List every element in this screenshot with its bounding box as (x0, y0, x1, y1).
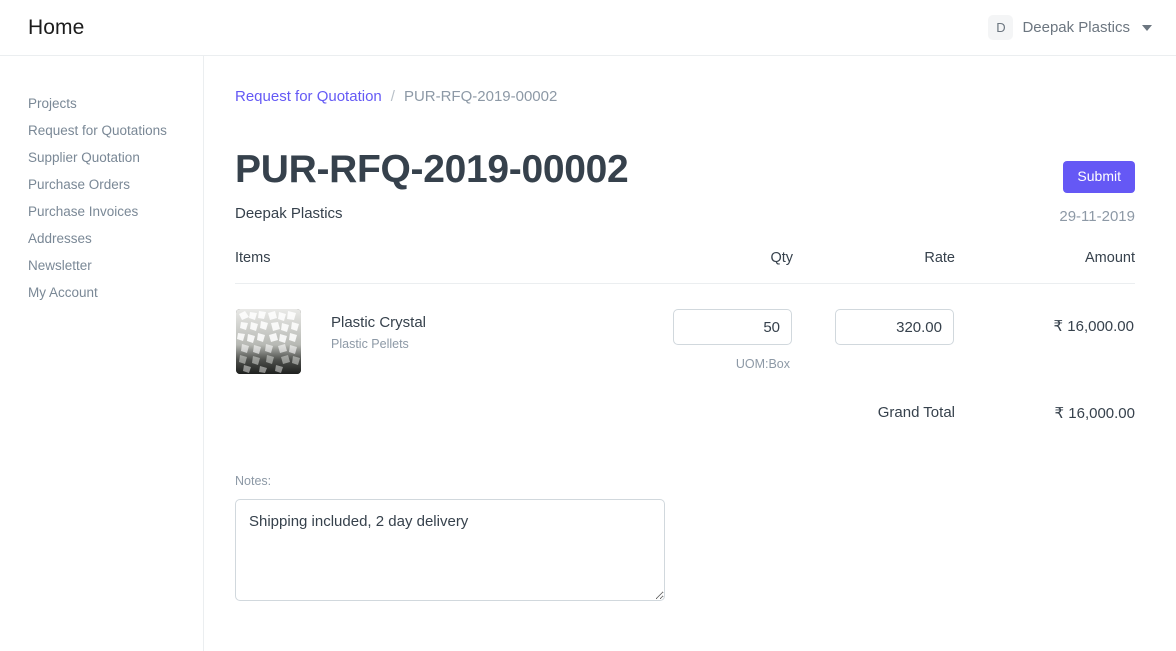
notes-textarea[interactable] (235, 499, 665, 602)
document-header: PUR-RFQ-2019-00002 Deepak Plastics Submi… (235, 148, 1135, 225)
document-date: 29-11-2019 (1059, 208, 1135, 226)
page-body: Projects Request for Quotations Supplier… (0, 56, 1176, 651)
items-table-body: Plastic Crystal Plastic Pellets UOM:Box (235, 284, 1135, 376)
chevron-down-icon (1142, 24, 1152, 31)
amount-cell: ₹ 16,000.00 (955, 284, 1135, 376)
plastic-crystal-thumbnail (236, 309, 301, 375)
sidebar-item-projects[interactable]: Projects (0, 90, 203, 117)
column-header-amount: Amount (955, 250, 1135, 285)
sidebar-item-purchase-orders[interactable]: Purchase Orders (0, 171, 203, 198)
breadcrumb-separator: / (390, 88, 395, 105)
sidebar-item-my-account[interactable]: My Account (0, 279, 203, 306)
user-menu-label: Deepak Plastics (1022, 19, 1130, 36)
thumbnail-image (236, 309, 301, 375)
grand-total-value: ₹ 16,000.00 (1054, 405, 1135, 423)
notes-label: Notes: (235, 474, 272, 489)
column-header-qty: Qty (631, 250, 793, 285)
item-description: Plastic Pellets (331, 337, 409, 352)
item-details: Plastic Crystal Plastic Pellets (331, 309, 426, 351)
grand-total-row: Grand Total ₹ 16,000.00 (235, 404, 1135, 422)
rate-cell (793, 284, 955, 376)
sidebar-item-purchase-invoices[interactable]: Purchase Invoices (0, 198, 203, 225)
submit-button[interactable]: Submit (1063, 161, 1135, 194)
sidebar: Projects Request for Quotations Supplier… (0, 56, 204, 651)
sidebar-item-addresses[interactable]: Addresses (0, 225, 203, 252)
table-row: Plastic Crystal Plastic Pellets UOM:Box (235, 284, 1135, 376)
amount-value: ₹ 16,000.00 (1053, 318, 1134, 336)
brand-home-link[interactable]: Home (28, 16, 84, 40)
notes-section: Notes: (235, 474, 1135, 606)
column-header-rate: Rate (793, 250, 955, 285)
breadcrumb: Request for Quotation / PUR-RFQ-2019-000… (235, 88, 1135, 105)
sidebar-item-request-for-quotations[interactable]: Request for Quotations (0, 117, 203, 144)
item-name: Plastic Crystal (331, 314, 427, 332)
sidebar-item-supplier-quotation[interactable]: Supplier Quotation (0, 144, 203, 171)
main-content: Request for Quotation / PUR-RFQ-2019-000… (204, 56, 1176, 651)
item-cell: Plastic Crystal Plastic Pellets (235, 284, 631, 376)
grand-total-label: Grand Total (877, 404, 955, 422)
page-title: PUR-RFQ-2019-00002 (235, 148, 629, 191)
qty-input[interactable] (673, 309, 792, 346)
items-table: Items Qty Rate Amount Plastic Crystal Pl… (235, 250, 1135, 375)
top-navbar: Home D Deepak Plastics (0, 0, 1176, 56)
supplier-name: Deepak Plastics (235, 205, 343, 223)
document-header-right: Submit 29-11-2019 (1059, 149, 1135, 225)
rate-input[interactable] (835, 309, 954, 346)
breadcrumb-parent-link[interactable]: Request for Quotation (235, 88, 382, 105)
user-menu[interactable]: D Deepak Plastics (988, 15, 1152, 40)
items-table-head: Items Qty Rate Amount (235, 250, 1135, 285)
items-table-header-row: Items Qty Rate Amount (235, 250, 1135, 285)
uom-label: UOM:Box (735, 357, 790, 372)
qty-cell: UOM:Box (631, 284, 793, 376)
avatar: D (988, 15, 1014, 40)
document-header-left: PUR-RFQ-2019-00002 Deepak Plastics (235, 148, 629, 223)
sidebar-item-newsletter[interactable]: Newsletter (0, 252, 203, 279)
breadcrumb-current: PUR-RFQ-2019-00002 (403, 88, 558, 105)
column-header-items: Items (235, 250, 631, 285)
